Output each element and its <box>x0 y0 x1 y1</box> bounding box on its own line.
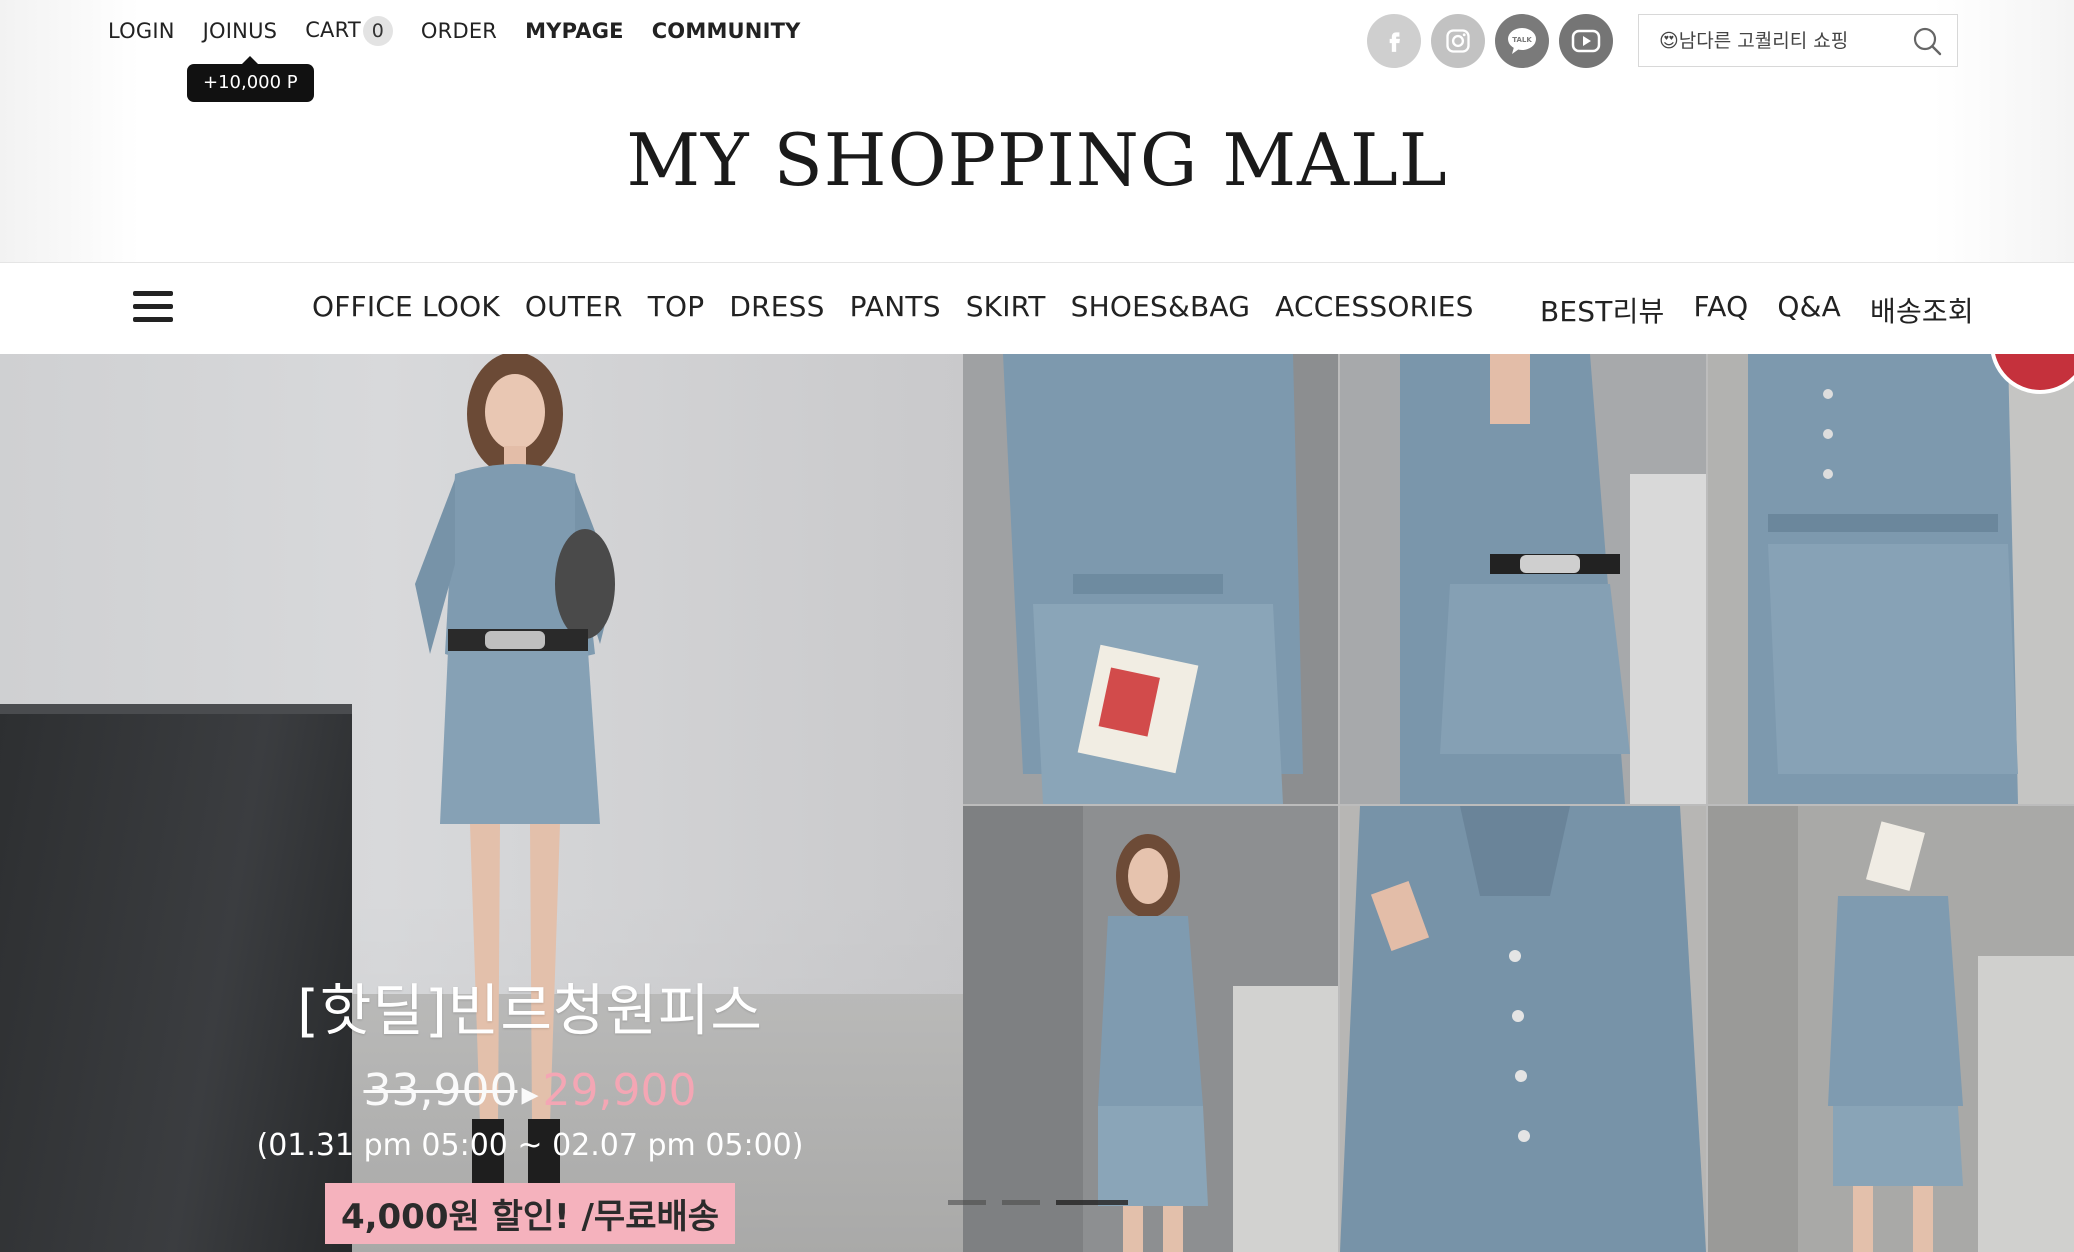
nav-item-best-review[interactable]: BEST리뷰 <box>1540 290 1665 330</box>
nav-item-top[interactable]: TOP <box>648 290 705 323</box>
nav-item-delivery-tracking[interactable]: 배송조회 <box>1870 290 1974 330</box>
hamburger-menu-icon[interactable] <box>133 291 173 327</box>
nav-item-outer[interactable]: OUTER <box>525 290 623 323</box>
promo-discount-badge: 4,000원 할인! /무료배송 <box>324 1183 736 1244</box>
sale-price: 29,900 <box>542 1065 697 1116</box>
hero-banner[interactable]: [핫딜]빈르청원피스 33,900 ▸29,900 (01.31 pm 05:00… <box>0 354 2074 1252</box>
search-box <box>1638 14 1958 67</box>
cart-count-badge: 0 <box>362 16 393 46</box>
category-menu: OFFICE LOOK OUTER TOP DRESS PANTS SKIRT … <box>312 290 1474 323</box>
community-link[interactable]: COMMUNITY <box>652 19 801 43</box>
nav-item-faq[interactable]: FAQ <box>1694 290 1749 330</box>
original-price: 33,900 <box>363 1065 518 1116</box>
product-photo-3 <box>1708 354 2074 804</box>
login-link[interactable]: LOGIN <box>108 19 175 43</box>
youtube-icon[interactable] <box>1559 14 1613 68</box>
search-input[interactable] <box>1639 15 1899 66</box>
product-photo-6 <box>1708 806 2074 1252</box>
cart-link[interactable]: CART 0 <box>305 16 393 46</box>
facebook-icon[interactable] <box>1367 14 1421 68</box>
hero-photo-grid <box>963 354 2074 1252</box>
nav-item-pants[interactable]: PANTS <box>850 290 941 323</box>
support-menu: BEST리뷰 FAQ Q&A 배송조회 <box>1540 290 1974 330</box>
mypage-link[interactable]: MYPAGE <box>525 19 624 43</box>
utility-links: LOGIN JOINUS CART 0 ORDER MYPAGE COMMUNIT… <box>108 16 829 46</box>
product-photo-5 <box>1340 806 1706 1252</box>
main-navigation: OFFICE LOOK OUTER TOP DRESS PANTS SKIRT … <box>0 262 2074 354</box>
promo-price: 33,900 ▸29,900 <box>0 1065 1060 1116</box>
nav-item-qna[interactable]: Q&A <box>1777 290 1841 330</box>
top-header: LOGIN JOINUS CART 0 ORDER MYPAGE COMMUNIT… <box>0 0 2074 262</box>
search-icon[interactable] <box>1899 16 1955 66</box>
product-photo-2 <box>1340 354 1706 804</box>
instagram-icon[interactable] <box>1431 14 1485 68</box>
slide-dot-3[interactable] <box>1056 1200 1128 1205</box>
cart-label: CART <box>305 18 361 42</box>
nav-item-shoes-bag[interactable]: SHOES&BAG <box>1071 290 1251 323</box>
promo-title: [핫딜]빈르청원피스 <box>297 979 763 1044</box>
svg-text:TALK: TALK <box>1512 36 1532 44</box>
joinus-link[interactable]: JOINUS <box>203 19 278 43</box>
join-points-tooltip: +10,000 P <box>187 56 314 102</box>
kakaotalk-icon[interactable]: TALK <box>1495 14 1549 68</box>
product-photo-1 <box>963 354 1338 804</box>
slide-dot-1[interactable] <box>948 1200 986 1205</box>
site-logo[interactable]: MY SHOPPING MALL <box>0 118 2074 202</box>
nav-item-dress[interactable]: DRESS <box>729 290 824 323</box>
nav-item-office-look[interactable]: OFFICE LOOK <box>312 290 500 323</box>
slider-pagination <box>948 1200 1128 1205</box>
hero-caption: [핫딜]빈르청원피스 33,900 ▸29,900 (01.31 pm 05:00… <box>0 966 1060 1244</box>
order-link[interactable]: ORDER <box>421 19 497 43</box>
nav-item-skirt[interactable]: SKIRT <box>966 290 1046 323</box>
promo-period: (01.31 pm 05:00 ~ 02.07 pm 05:00) <box>256 1128 804 1163</box>
nav-item-accessories[interactable]: ACCESSORIES <box>1275 290 1473 323</box>
social-links: TALK <box>1367 14 1613 68</box>
price-arrow-icon: ▸ <box>521 1074 539 1114</box>
slide-dot-2[interactable] <box>1002 1200 1040 1205</box>
